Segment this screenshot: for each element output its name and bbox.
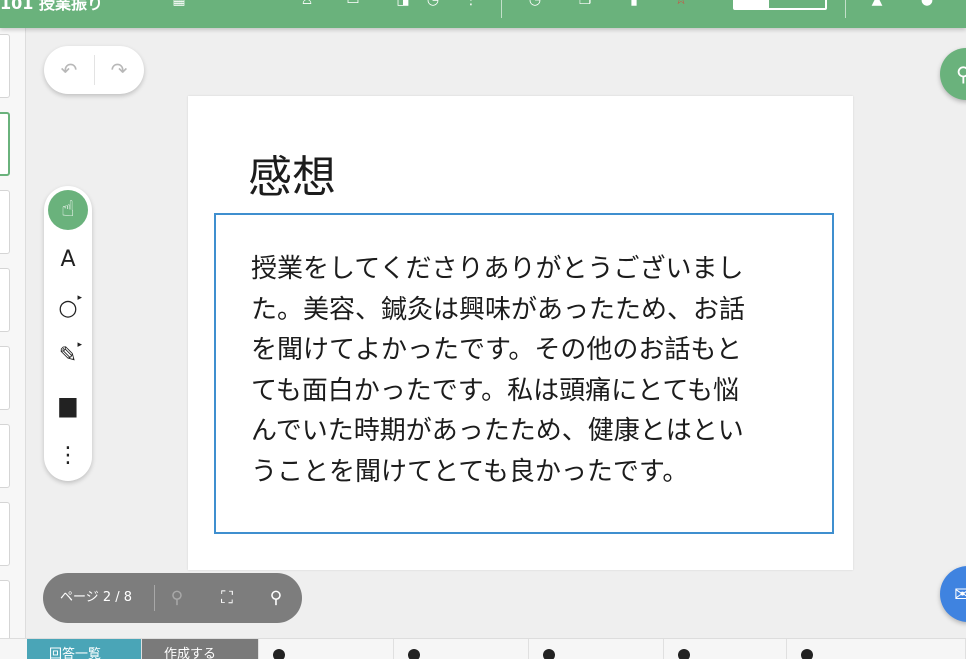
image-tool-icon[interactable]: ▆: [48, 386, 88, 426]
top-app-bar: 101 授業振り ▦ ♙ ▭ ◨ ◷ ⋮ ◔ ❐ ▮ ☆ ▲ ●: [0, 0, 966, 28]
fit-screen-icon[interactable]: ⛶: [214, 585, 240, 611]
avatar: [543, 649, 555, 659]
stamp-icon[interactable]: ◨: [394, 0, 412, 7]
help-icon[interactable]: ●: [918, 0, 936, 7]
share-fab-icon[interactable]: ⚲: [940, 48, 966, 100]
page-thumbnail[interactable]: [0, 268, 10, 332]
page-thumbnail-active[interactable]: [0, 112, 10, 176]
slide-body-line: ても面白かったです。私は頭痛にとても悩: [251, 375, 740, 406]
pager-divider: [154, 585, 155, 611]
avatar: [678, 649, 690, 659]
slide-body-line: うことを聞けてとても良かったです。: [251, 456, 689, 487]
avatar: [801, 649, 813, 659]
tool-palette: ☝ A ○ ▸ ✎ ▸ ▆ ⋮: [44, 186, 92, 481]
slide-body-line: た。美容、鍼灸は興味があったため、お話: [251, 294, 746, 325]
comment-icon[interactable]: ▭: [344, 0, 362, 7]
slide-text-box[interactable]: 授業をしてくださりありがとうございまし た。美容、鍼灸は興味があったため、お話 …: [214, 213, 834, 534]
tab-answer-list[interactable]: 回答一覧: [27, 639, 142, 659]
slide-canvas[interactable]: 感想 授業をしてくださりありがとうございまし た。美容、鍼灸は興味があったため、…: [188, 96, 853, 570]
view-toggle[interactable]: [733, 0, 827, 10]
chat-fab-icon[interactable]: ✉: [940, 566, 966, 622]
undo-redo-divider: [94, 55, 95, 85]
tab-student[interactable]: [664, 639, 787, 659]
undo-icon[interactable]: ↶: [55, 56, 83, 84]
redo-icon[interactable]: ↷: [105, 56, 133, 84]
timer-icon[interactable]: ◷: [424, 0, 442, 7]
pen-tool-icon[interactable]: ✎ ▸: [48, 336, 88, 376]
more-tools-icon[interactable]: ⋮: [48, 436, 88, 476]
clock-icon[interactable]: ◔: [526, 0, 544, 7]
avatar: [273, 649, 285, 659]
page-thumbnail[interactable]: [0, 580, 10, 644]
slide-body-line: 授業をしてくださりありがとうございまし: [251, 254, 744, 284]
app-title: 101 授業振り: [0, 0, 103, 13]
slide-body: 授業をしてくださりありがとうございまし た。美容、鍼灸は興味があったため、お話 …: [251, 249, 811, 492]
tab-student[interactable]: [394, 639, 529, 659]
topbar-divider: [501, 0, 502, 18]
page-thumbnail[interactable]: [0, 502, 10, 566]
zoom-in-icon[interactable]: ⚲: [263, 585, 289, 611]
more-icon[interactable]: ⋮: [462, 0, 480, 7]
person-icon[interactable]: ♙: [298, 0, 316, 7]
tab-create[interactable]: 作成する: [142, 639, 259, 659]
page-thumbnail[interactable]: [0, 424, 10, 488]
topbar-divider: [845, 0, 846, 18]
page-indicator: ページ 2 / 8: [60, 590, 133, 605]
pointer-tool-icon[interactable]: ☝: [48, 190, 88, 230]
tab-student[interactable]: [529, 639, 664, 659]
slide-title[interactable]: 感想: [248, 148, 336, 208]
undo-redo-group: ↶ ↷: [44, 46, 144, 94]
clipboard-icon[interactable]: ▮: [625, 0, 643, 7]
bottom-tab-bar: 回答一覧 作成する: [0, 638, 966, 659]
page-zoom-control: ページ 2 / 8 ⚲ ⛶ ⚲: [43, 573, 302, 623]
copy-icon[interactable]: ❐: [576, 0, 594, 7]
zoom-out-icon[interactable]: ⚲: [164, 585, 190, 611]
page-thumbnail[interactable]: [0, 34, 10, 98]
shape-tool-icon[interactable]: ○ ▸: [48, 289, 88, 329]
page-thumbnail[interactable]: [0, 346, 10, 410]
text-tool-icon[interactable]: A: [48, 240, 88, 280]
view-toggle-active[interactable]: [735, 0, 769, 8]
tab-student[interactable]: [787, 639, 966, 659]
star-icon[interactable]: ☆: [672, 0, 690, 7]
avatar: [408, 649, 420, 659]
slide-body-line: を聞けてよかったです。その他のお話もと: [251, 335, 742, 365]
tab-student[interactable]: [259, 639, 394, 659]
grid-icon[interactable]: ▦: [170, 0, 188, 7]
page-thumbnail-rail: [0, 28, 26, 644]
page-thumbnail[interactable]: [0, 190, 10, 254]
slide-body-line: んでいた時期があったため、健康とはとい: [251, 416, 744, 446]
bell-icon[interactable]: ▲: [868, 0, 886, 7]
